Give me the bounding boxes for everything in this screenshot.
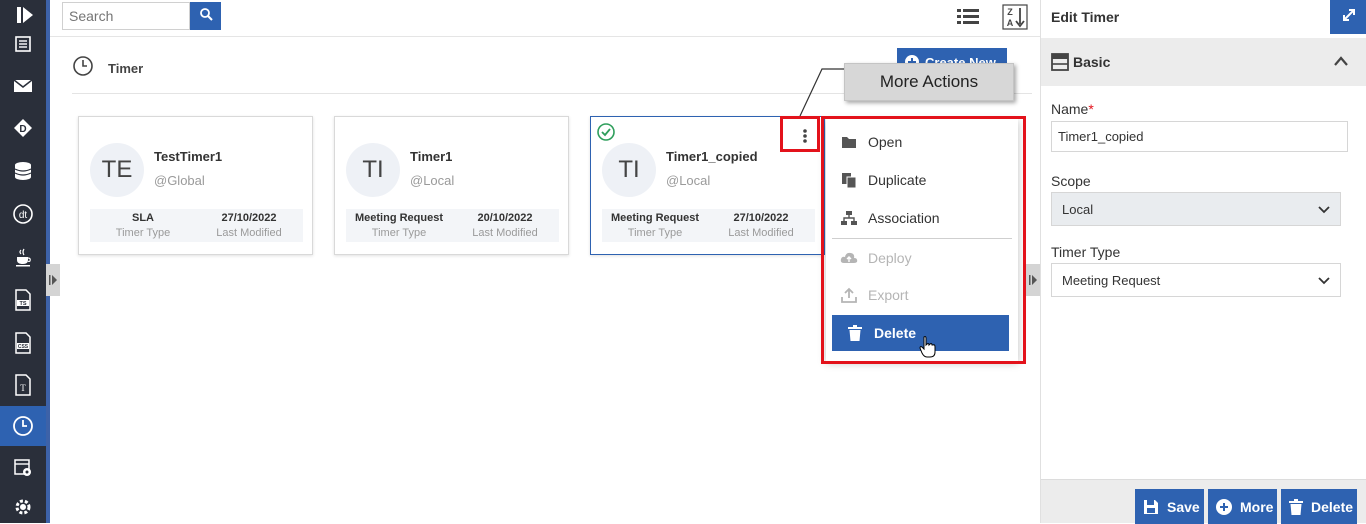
list-view-icon[interactable] (955, 5, 981, 29)
sort-za-icon[interactable]: ZA (1002, 4, 1028, 30)
last-modified-caption: Last Modified (216, 227, 282, 239)
svg-text:A: A (1007, 18, 1014, 28)
save-icon (1143, 499, 1159, 515)
more-label: More (1240, 498, 1274, 515)
required-marker: * (1088, 101, 1094, 117)
search-input[interactable] (62, 2, 190, 30)
more-actions-callout: More Actions (844, 63, 1014, 101)
chevron-down-icon (1318, 273, 1330, 288)
timer-type-value: Meeting Request (354, 212, 443, 224)
name-label-text: Name (1051, 101, 1089, 117)
clock-icon (72, 55, 94, 82)
database-icon[interactable] (0, 151, 46, 191)
card-scope: @Global (154, 173, 205, 188)
css-file-icon[interactable]: CSS (0, 323, 46, 363)
more-button[interactable]: More (1208, 489, 1277, 524)
card-name: Timer1_copied (666, 149, 758, 164)
timer-card[interactable]: TE TestTimer1 @Global SLA Timer Type 27/… (78, 116, 313, 255)
timer-type-label: Timer Type (1051, 244, 1121, 260)
main-content: Timer Create New TE TestTimer1 @Global S… (50, 37, 1040, 523)
clock-icon[interactable] (0, 406, 46, 446)
avatar: TE (90, 143, 144, 197)
scope-select[interactable]: Local (1051, 192, 1341, 226)
basic-section-header[interactable]: Basic (1041, 38, 1366, 86)
timer-type-value: SLA (132, 212, 154, 224)
card-meta: Meeting Request Timer Type 20/10/2022 La… (346, 209, 559, 242)
svg-text:Z: Z (1007, 7, 1013, 17)
search-icon (199, 7, 213, 26)
gear-settings-icon[interactable] (0, 490, 46, 523)
sidebar: D dt TS CSS T (0, 0, 50, 523)
report-settings-icon[interactable] (0, 448, 46, 488)
name-label: Name* (1051, 101, 1094, 117)
section-title: Basic (1073, 54, 1111, 70)
card-scope: @Local (666, 173, 711, 188)
delete-label: Delete (1311, 498, 1354, 515)
chevron-down-icon (1318, 202, 1330, 217)
delete-button[interactable]: Delete (1281, 489, 1357, 524)
timer-type-caption: Timer Type (115, 227, 171, 239)
expand-button[interactable] (1330, 0, 1366, 34)
card-meta: SLA Timer Type 27/10/2022 Last Modified (90, 209, 303, 242)
check-circle-icon (597, 123, 615, 146)
callout-leader-line (799, 68, 844, 117)
dt-icon[interactable]: dt (0, 194, 46, 234)
section-form-icon (1051, 53, 1069, 76)
panel-title: Edit Timer (1051, 9, 1120, 25)
top-toolbar: ZA (50, 0, 1040, 37)
card-scope: @Local (410, 173, 455, 188)
name-field[interactable]: Timer1_copied (1051, 121, 1348, 152)
last-modified-caption: Last Modified (728, 227, 794, 239)
panel-footer: Save More Delete (1041, 479, 1366, 524)
card-name: TestTimer1 (154, 149, 223, 164)
scope-label: Scope (1051, 173, 1091, 189)
diamond-d-icon[interactable]: D (0, 108, 46, 148)
save-button[interactable]: Save (1135, 489, 1204, 524)
timer-type-value: Meeting Request (610, 212, 699, 224)
page-title: Timer (72, 55, 143, 82)
ts-file-icon[interactable]: TS (0, 280, 46, 320)
svg-text:dt: dt (19, 210, 28, 221)
scope-value: Local (1062, 201, 1094, 217)
save-label: Save (1167, 498, 1200, 515)
panel-header: Edit Timer (1041, 0, 1366, 36)
collapse-right-tab[interactable] (1026, 264, 1040, 296)
last-modified-value: 27/10/2022 (221, 212, 277, 224)
text-file-icon[interactable]: T (0, 365, 46, 405)
expand-arrows-icon (1341, 7, 1357, 28)
last-modified-value: 27/10/2022 (733, 212, 789, 224)
last-modified-value: 20/10/2022 (477, 212, 533, 224)
timer-type-caption: Timer Type (627, 227, 683, 239)
document-list-icon[interactable] (0, 26, 46, 62)
avatar: TI (346, 143, 400, 197)
timer-card[interactable]: TI Timer1 @Local Meeting Request Timer T… (334, 116, 569, 255)
svg-text:D: D (19, 124, 26, 135)
avatar: TI (602, 143, 656, 197)
svg-text:CSS: CSS (18, 344, 29, 350)
chevron-up-icon[interactable] (1333, 54, 1349, 72)
last-modified-caption: Last Modified (472, 227, 538, 239)
timer-type-value: Meeting Request (1062, 272, 1161, 288)
collapse-left-tab[interactable] (46, 264, 60, 296)
svg-text:T: T (20, 383, 26, 393)
svg-text:TS: TS (19, 301, 26, 307)
java-cup-icon[interactable] (0, 237, 46, 277)
timer-type-select[interactable]: Meeting Request (1051, 263, 1341, 297)
plus-circle-icon (1216, 498, 1232, 515)
page-title-label: Timer (108, 61, 144, 76)
menu-highlight-box (821, 116, 1026, 364)
card-meta: Meeting Request Timer Type 27/10/2022 La… (602, 209, 815, 242)
mail-icon[interactable] (0, 66, 46, 106)
trash-icon (1289, 498, 1303, 515)
edit-panel: Edit Timer Basic Name* Timer1_copied Sco… (1040, 0, 1366, 524)
timer-type-caption: Timer Type (371, 227, 427, 239)
card-name: Timer1 (410, 149, 453, 164)
search-button[interactable] (190, 2, 221, 30)
